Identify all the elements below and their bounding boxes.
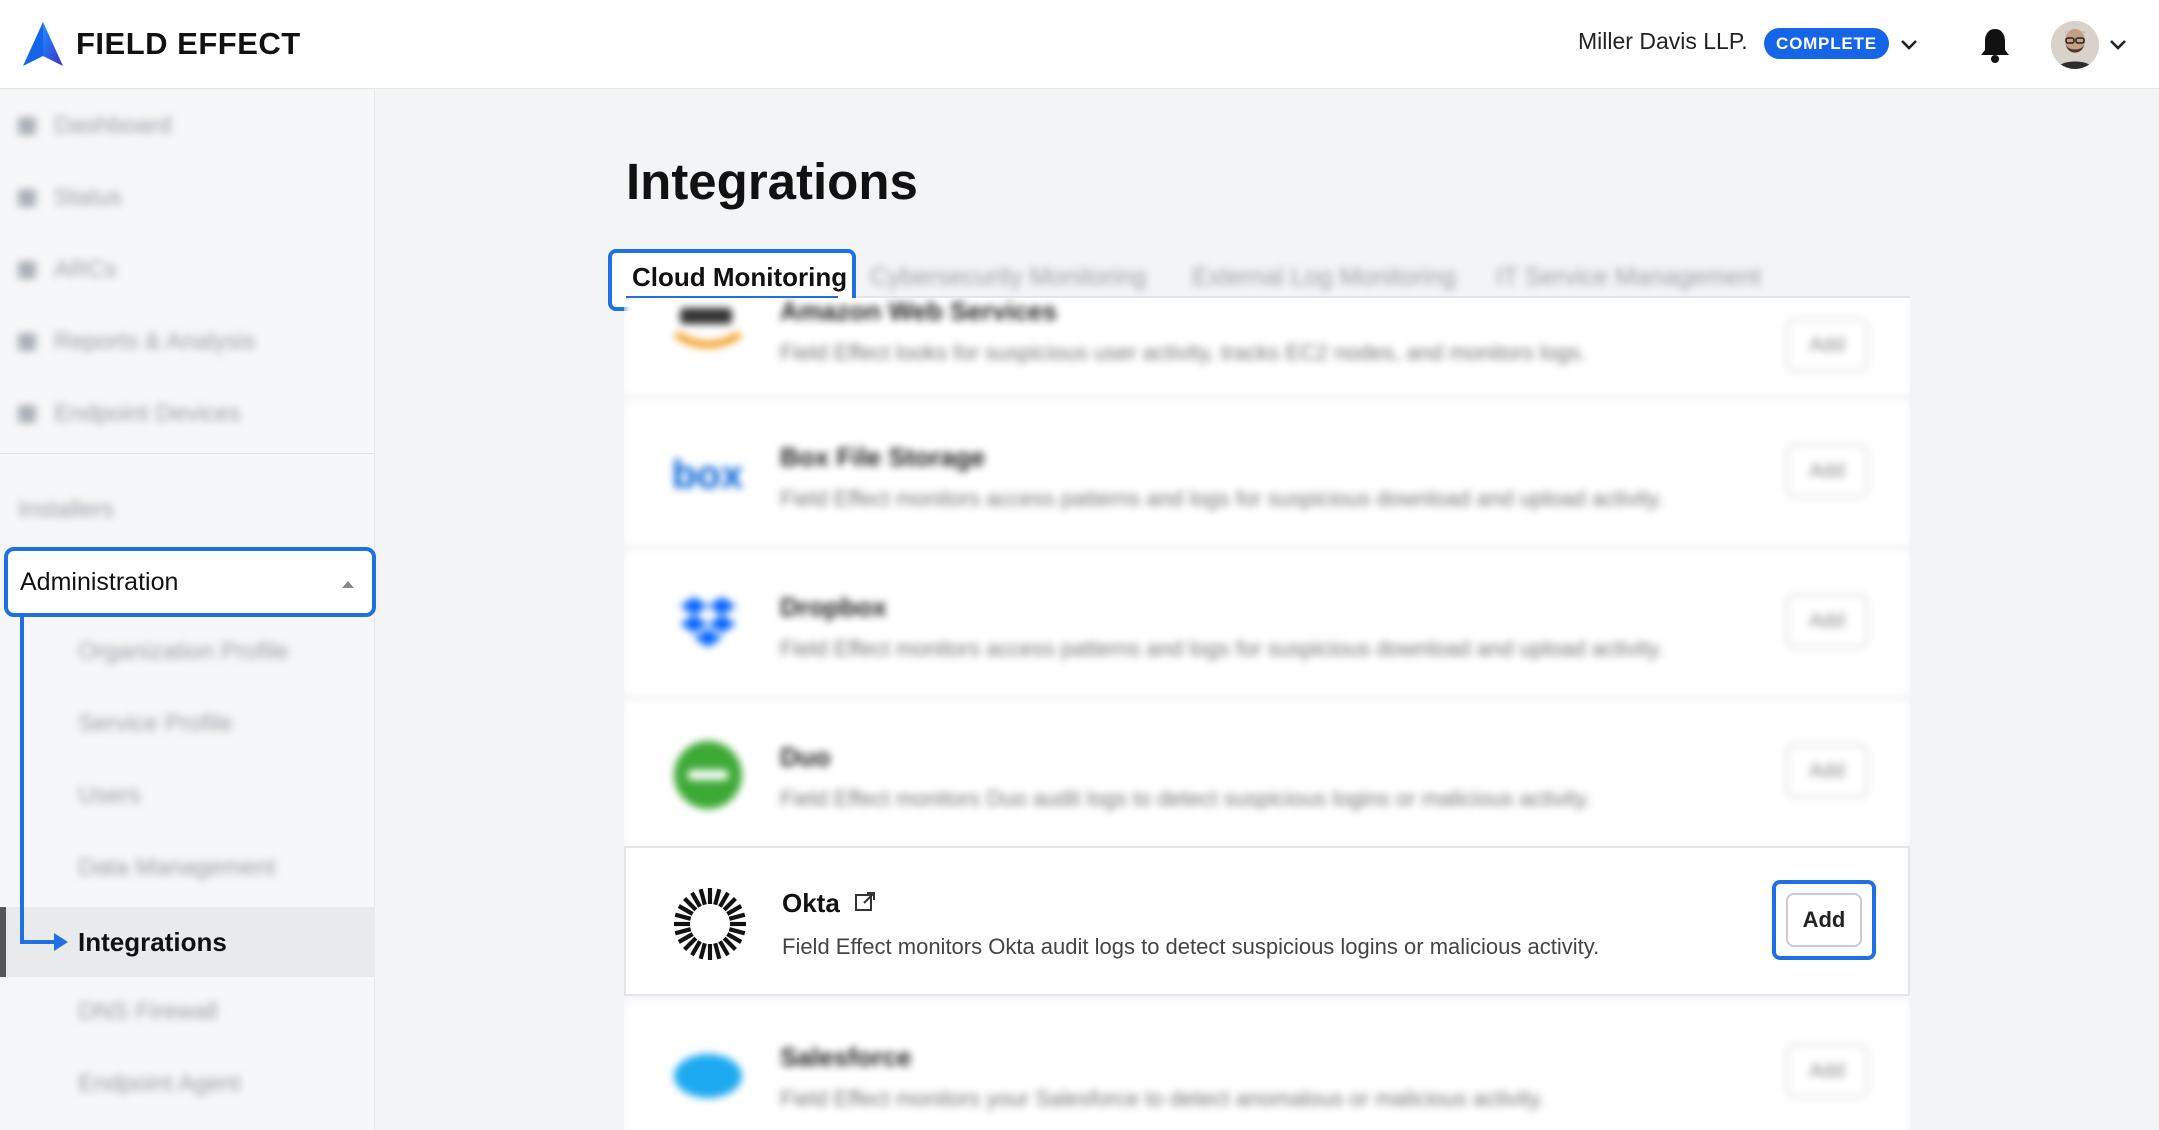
okta-logo-ray: [713, 942, 722, 960]
integration-name[interactable]: Dropbox: [780, 592, 887, 623]
endpoint-devices-icon: [18, 405, 36, 423]
svg-text:box: box: [672, 453, 743, 497]
add-button[interactable]: Add: [1786, 444, 1868, 498]
field-effect-logo-icon: [23, 22, 63, 66]
integrations-list: Amazon Web Services Field Effect looks f…: [624, 298, 1910, 1130]
sidebar-item-label: Status: [54, 184, 123, 211]
user-avatar[interactable]: [2051, 21, 2099, 69]
sidebar-item-label: Dashboard: [54, 112, 172, 139]
sidebar-item-dashboard[interactable]: Dashboard: [18, 112, 171, 140]
sidebar-item-service-profile[interactable]: Service Profile: [78, 710, 233, 738]
sidebar-item-reports[interactable]: Reports & Analysis: [18, 328, 255, 356]
add-button[interactable]: Add: [1786, 744, 1868, 798]
top-header: FIELD EFFECT Miller Davis LLP. COMPLETE: [0, 0, 2159, 89]
sidebar-item-endpoint-agent[interactable]: Endpoint Agent: [78, 1070, 241, 1098]
sidebar-divider: [0, 453, 375, 454]
integration-card-salesforce: Salesforce Field Effect monitors your Sa…: [624, 1000, 1910, 1130]
sidebar-item-label: Installers: [18, 496, 115, 523]
add-button[interactable]: Add: [1786, 318, 1868, 372]
status-badge: COMPLETE: [1764, 28, 1889, 59]
sidebar-item-data-management[interactable]: Data Management: [78, 854, 275, 882]
sidebar-item-installers[interactable]: Installers: [18, 496, 114, 524]
okta-logo-ray: [674, 927, 692, 936]
sidebar-item-status[interactable]: Status: [18, 184, 122, 212]
sidebar-item-arcs[interactable]: ARCs: [18, 256, 117, 284]
sidebar-item-label: Reports & Analysis: [54, 328, 256, 355]
integration-description: Field Effect monitors Okta audit logs to…: [782, 934, 1600, 959]
add-button[interactable]: Add: [1786, 1044, 1868, 1098]
duo-logo-icon: [674, 741, 742, 809]
reports-icon: [18, 333, 36, 351]
okta-logo-icon: [674, 888, 746, 960]
integration-card-aws: Amazon Web Services Field Effect looks f…: [624, 298, 1910, 398]
sidebar-item-dns-firewall[interactable]: DNS Firewall: [78, 998, 218, 1026]
okta-logo-ray: [698, 888, 707, 906]
status-icon: [18, 189, 36, 207]
sidebar-item-label: Administration: [20, 567, 179, 596]
chevron-down-icon[interactable]: [2106, 32, 2130, 56]
okta-logo-ray: [674, 912, 692, 921]
integration-description: Field Effect monitors access patterns an…: [780, 486, 1664, 511]
add-button[interactable]: Add: [1786, 893, 1862, 947]
integration-description: Field Effect looks for suspicious user a…: [780, 340, 1587, 365]
aws-logo-icon: [673, 308, 743, 348]
dashboard-icon: [18, 117, 36, 135]
integration-card-dropbox: Dropbox Field Effect monitors access pat…: [624, 550, 1910, 698]
sidebar-item-organization-profile[interactable]: Organization Profile: [78, 638, 289, 666]
tab-cloud-monitoring[interactable]: Cloud Monitoring: [632, 262, 847, 293]
sidebar-item-endpoint-devices[interactable]: Endpoint Devices: [18, 400, 241, 428]
user-photo-icon: [2051, 21, 2099, 69]
sidebar-item-label: ARCs: [54, 256, 117, 283]
notification-bell-icon[interactable]: [1978, 26, 2012, 64]
tab-cybersecurity-monitoring[interactable]: Cybersecurity Monitoring: [870, 263, 1147, 292]
chevron-down-icon[interactable]: [1897, 32, 1921, 56]
arcs-icon: [18, 261, 36, 279]
salesforce-logo-icon: [674, 1054, 742, 1098]
tab-it-service-management[interactable]: IT Service Management: [1496, 263, 1761, 292]
integration-description: Field Effect monitors your Salesforce to…: [780, 1086, 1545, 1111]
organization-name[interactable]: Miller Davis LLP.: [1578, 28, 1748, 55]
integration-name[interactable]: Amazon Web Services: [780, 298, 1057, 327]
tab-external-log-monitoring[interactable]: External Log Monitoring: [1192, 263, 1456, 292]
integration-name[interactable]: Duo: [780, 742, 831, 773]
external-link-icon[interactable]: [853, 890, 877, 914]
sidebar-item-administration[interactable]: Administration: [4, 547, 376, 617]
integration-name[interactable]: Salesforce: [780, 1042, 912, 1073]
integration-name[interactable]: Box File Storage: [780, 442, 985, 473]
integration-card-duo: Duo Field Effect monitors Duo audit logs…: [624, 700, 1910, 848]
integration-description: Field Effect monitors Duo audit logs to …: [780, 786, 1592, 811]
dropbox-logo-icon: [680, 597, 736, 647]
integration-card-okta: Okta Field Effect monitors Okta audit lo…: [624, 846, 1910, 996]
chevron-up-icon: [342, 581, 354, 588]
annotation-arrow-icon: [54, 933, 68, 951]
box-logo-icon: box: [672, 453, 743, 497]
okta-logo-ray: [698, 942, 707, 960]
integration-description: Field Effect monitors access patterns an…: [780, 636, 1664, 661]
okta-logo-ray: [713, 888, 722, 906]
integration-name[interactable]: Okta: [782, 888, 840, 919]
annotation-connector: [20, 617, 24, 944]
brand-name: FIELD EFFECT: [76, 26, 301, 61]
integration-card-box: box Box File Storage Field Effect monito…: [624, 400, 1910, 548]
page-title: Integrations: [626, 153, 918, 210]
okta-logo-ray: [728, 912, 746, 921]
okta-logo-ray: [728, 927, 746, 936]
add-button[interactable]: Add: [1786, 594, 1868, 648]
sidebar-item-integrations[interactable]: Integrations: [78, 927, 227, 958]
brand-logo[interactable]: FIELD EFFECT: [22, 20, 301, 68]
sidebar-item-label: Endpoint Devices: [54, 400, 241, 427]
sidebar-item-users[interactable]: Users: [78, 782, 141, 810]
